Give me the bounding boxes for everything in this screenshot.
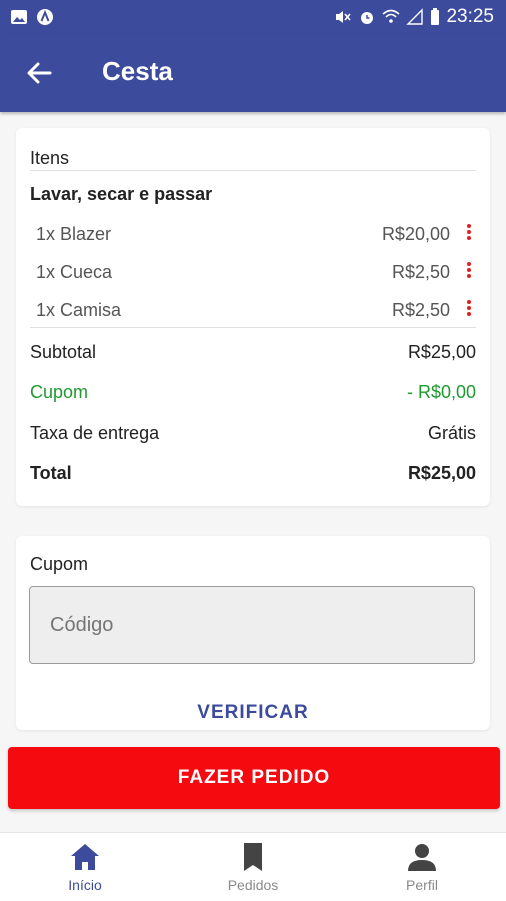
alarm-icon <box>361 12 374 24</box>
delivery-row: Taxa de entrega Grátis <box>30 423 476 444</box>
coupon-discount-value: - R$0,00 <box>406 382 476 402</box>
more-vert-icon[interactable] <box>466 222 472 244</box>
total-row: Total R$25,00 <box>30 463 476 484</box>
verify-button[interactable]: VERIFICAR <box>16 702 490 724</box>
item-name: 1x Blazer <box>36 224 112 244</box>
nav-label: Início <box>68 877 102 893</box>
item-name: 1x Cueca <box>36 262 113 282</box>
list-item: 1x Cueca R$2,50 <box>36 262 476 283</box>
status-right: 23:25 <box>334 6 494 28</box>
signal-icon <box>406 8 424 25</box>
delivery-label: Taxa de entrega <box>30 423 160 443</box>
bookmark-icon <box>244 843 262 871</box>
nav-item-pedidos[interactable]: Pedidos <box>193 839 313 893</box>
image-icon <box>11 10 27 24</box>
delivery-value: Grátis <box>427 423 476 443</box>
more-vert-icon[interactable] <box>466 260 472 282</box>
status-bar: 23:25 <box>0 0 506 34</box>
item-price: R$2,50 <box>391 300 450 320</box>
item-name: 1x Camisa <box>36 300 122 320</box>
a-circle-icon <box>37 9 53 25</box>
wifi-icon <box>382 9 400 23</box>
nav-label: Perfil <box>406 877 438 893</box>
service-name: Lavar, secar e passar <box>30 184 213 204</box>
coupon-discount-label: Cupom <box>30 382 89 402</box>
status-time: 23:25 <box>446 6 494 27</box>
nav-item-inicio[interactable]: Início <box>25 839 145 893</box>
mute-icon <box>336 11 352 23</box>
coupon-row: Cupom - R$0,00 <box>30 382 476 403</box>
item-price: R$20,00 <box>381 224 450 244</box>
list-item: 1x Blazer R$20,00 <box>36 224 476 245</box>
basket-card: Itens Lavar, secar e passar 1x Blazer R$… <box>16 128 490 506</box>
subtotal-label: Subtotal <box>30 342 97 362</box>
list-item: 1x Camisa R$2,50 <box>36 300 476 321</box>
home-icon <box>71 844 99 870</box>
coupon-label: Cupom <box>30 554 89 574</box>
page-title: Cesta <box>102 56 173 86</box>
nav-item-perfil[interactable]: Perfil <box>362 839 482 893</box>
total-label: Total <box>30 463 72 483</box>
coupon-card: Cupom VERIFICAR <box>16 536 490 730</box>
person-icon <box>408 844 436 871</box>
item-price: R$2,50 <box>391 262 450 282</box>
divider <box>30 170 476 171</box>
divider <box>30 327 476 328</box>
items-section-label: Itens <box>30 148 70 168</box>
bottom-nav: Início Pedidos Perfil <box>0 832 506 901</box>
nav-label: Pedidos <box>227 877 279 893</box>
coupon-code-input[interactable] <box>29 586 475 664</box>
more-vert-icon[interactable] <box>466 298 472 320</box>
status-left-icons <box>10 8 54 26</box>
subtotal-row: Subtotal R$25,00 <box>30 342 476 363</box>
app-bar: Cesta <box>0 34 506 112</box>
battery-icon <box>431 8 440 25</box>
place-order-button[interactable]: FAZER PEDIDO <box>8 747 500 809</box>
total-value: R$25,00 <box>407 463 476 483</box>
subtotal-value: R$25,00 <box>407 342 476 362</box>
arrow-back-icon[interactable] <box>24 58 54 88</box>
